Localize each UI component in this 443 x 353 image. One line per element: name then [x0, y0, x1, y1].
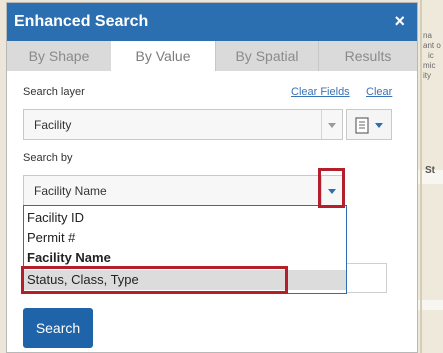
map-label-fragment: ic: [428, 51, 434, 60]
layer-options-button[interactable]: [346, 109, 392, 140]
search-layer-arrow[interactable]: [321, 110, 342, 139]
window-title: Enhanced Search: [14, 13, 149, 30]
highlight-dropdown-arrow: [318, 168, 345, 208]
map-label-fragment: na: [423, 31, 432, 40]
close-icon[interactable]: ×: [394, 11, 405, 32]
option-facility-name[interactable]: Facility Name: [27, 248, 111, 268]
option-permit[interactable]: Permit #: [27, 228, 75, 248]
search-by-label: Search by: [23, 152, 73, 164]
search-button[interactable]: Search: [23, 308, 93, 348]
tab-by-value[interactable]: By Value: [111, 41, 215, 71]
search-value-input[interactable]: [343, 263, 387, 293]
map-street-label: St: [425, 165, 435, 176]
title-bar: Enhanced Search ×: [7, 3, 417, 41]
chevron-down-icon: [328, 123, 336, 128]
tab-by-shape[interactable]: By Shape: [7, 41, 111, 71]
map-label-fragment: ant o: [423, 41, 441, 50]
map-label-fragment: mic: [423, 61, 436, 70]
tab-results[interactable]: Results: [318, 41, 417, 71]
search-layer-select[interactable]: Facility: [23, 109, 343, 140]
clear-link[interactable]: Clear: [366, 86, 392, 98]
search-by-value: Facility Name: [34, 184, 107, 198]
document-list-icon: [355, 117, 383, 134]
highlight-option: [21, 266, 288, 294]
option-facility-id[interactable]: Facility ID: [27, 208, 84, 228]
clear-fields-link[interactable]: Clear Fields: [291, 86, 350, 98]
tab-bar: By Shape By Value By Spatial Results: [7, 41, 417, 71]
map-label-fragment: ity: [423, 71, 431, 80]
search-layer-value: Facility: [34, 118, 72, 132]
search-layer-label: Search layer: [23, 86, 85, 98]
tab-by-spatial[interactable]: By Spatial: [215, 41, 318, 71]
enhanced-search-panel: Enhanced Search × By Shape By Value By S…: [6, 2, 418, 353]
search-by-select[interactable]: Facility Name: [23, 175, 343, 206]
